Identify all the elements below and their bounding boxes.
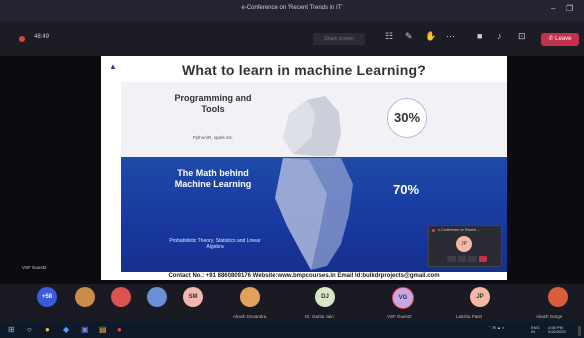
search-icon[interactable]: ○ bbox=[27, 325, 32, 334]
explorer-icon[interactable]: ▤ bbox=[99, 325, 107, 334]
leave-button[interactable]: ✆ Leave bbox=[541, 33, 579, 46]
camera-icon[interactable] bbox=[447, 256, 456, 262]
more-icon[interactable]: ⋯ bbox=[446, 31, 455, 42]
avatar[interactable] bbox=[147, 287, 167, 307]
slide-contact-line: Contact No.: +91 8860809176 Website:www.… bbox=[101, 272, 507, 280]
programming-percent: 30% bbox=[387, 98, 427, 138]
mic-icon[interactable]: ♪ bbox=[497, 31, 502, 41]
avatar[interactable] bbox=[111, 287, 131, 307]
avatar[interactable]: VG bbox=[392, 287, 414, 309]
chrome-icon[interactable]: ● bbox=[45, 325, 50, 334]
meeting-toolbar: 48:49 Share screen ☷ ✎ ✋ ⋯ ■ ♪ ⊡ ✆ Leave bbox=[0, 22, 584, 56]
windows-icon[interactable]: ⊞ bbox=[8, 325, 15, 334]
presenter-label: VSF Guest2 bbox=[22, 265, 47, 270]
avatar: JP bbox=[456, 236, 472, 252]
hand-icon[interactable]: ✋ bbox=[425, 31, 436, 42]
meeting-timer: 48:49 bbox=[34, 34, 50, 40]
avatar[interactable]: SM bbox=[183, 287, 203, 307]
iceberg-graphic bbox=[275, 96, 353, 270]
participant-name: Latisha Patel bbox=[456, 314, 483, 319]
os-taskbar: ⊞ ○ ● ◆ ▣ ▤ ● ⌃ ✉ ▲ ◐ ENG IN 4:56 PM 9/20/… bbox=[0, 322, 584, 338]
participant-strip: +58 SM Akash Devandra DJ Dr. Garita Jain… bbox=[0, 284, 584, 322]
slide-title: What to learn in machine Learning? bbox=[181, 62, 427, 78]
math-heading: The Math behind Machine Learning bbox=[174, 168, 252, 189]
clock[interactable]: 4:56 PM 9/20/2020 bbox=[548, 326, 566, 334]
participant-name: VSF Guest2 bbox=[387, 314, 412, 319]
avatar[interactable] bbox=[548, 287, 568, 307]
mic-icon[interactable] bbox=[457, 256, 466, 262]
chat-icon[interactable]: ✎ bbox=[405, 31, 413, 42]
math-subtext: Probabilistic Theory, Statistics and Lin… bbox=[169, 238, 261, 250]
minimize-icon[interactable]: – bbox=[551, 4, 555, 13]
vscode-icon[interactable]: ◆ bbox=[63, 325, 69, 334]
programming-subtext: Python/R, spark etc. bbox=[192, 135, 234, 140]
avatar[interactable]: JP bbox=[470, 287, 490, 307]
teams-icon[interactable]: ▣ bbox=[81, 325, 89, 334]
show-desktop-button[interactable] bbox=[578, 326, 581, 336]
share-icon[interactable]: ⊡ bbox=[518, 31, 526, 42]
participant-name: Dr. Garita Jain bbox=[305, 314, 334, 319]
avatar[interactable] bbox=[75, 287, 95, 307]
overflow-participants-badge[interactable]: +58 bbox=[37, 287, 57, 307]
programming-heading: Programming and Tools bbox=[174, 93, 252, 114]
hangup-icon[interactable] bbox=[478, 256, 487, 262]
avatar[interactable] bbox=[240, 287, 260, 307]
camera-icon[interactable]: ■ bbox=[477, 31, 482, 41]
share-icon[interactable] bbox=[468, 256, 477, 262]
avatar[interactable]: DJ bbox=[315, 287, 335, 307]
lang-indicator[interactable]: ENG IN bbox=[531, 326, 540, 334]
window-title: e-Conference on 'Recent Trends in IT' bbox=[241, 5, 343, 11]
participant-name: Akash Garge bbox=[536, 314, 563, 319]
math-percent: 70% bbox=[393, 182, 420, 197]
recording-dot-icon bbox=[19, 36, 25, 42]
mini-window-title: e-Conference on Recent ... bbox=[438, 228, 481, 232]
maximize-icon[interactable]: ❐ bbox=[566, 4, 573, 13]
people-icon[interactable]: ☷ bbox=[385, 31, 393, 42]
chrome2-icon[interactable]: ● bbox=[117, 325, 122, 334]
title-bar: e-Conference on 'Recent Trends in IT' – … bbox=[0, 0, 584, 22]
tray-icons[interactable]: ⌃ ✉ ▲ ◐ bbox=[488, 326, 504, 330]
mini-controls bbox=[447, 256, 487, 262]
recording-dot-icon bbox=[432, 229, 435, 232]
share-screen-button[interactable]: Share screen bbox=[313, 33, 365, 45]
participant-name: Akash Devandra bbox=[233, 314, 267, 319]
mini-call-window[interactable]: e-Conference on Recent ... JP bbox=[428, 225, 502, 267]
